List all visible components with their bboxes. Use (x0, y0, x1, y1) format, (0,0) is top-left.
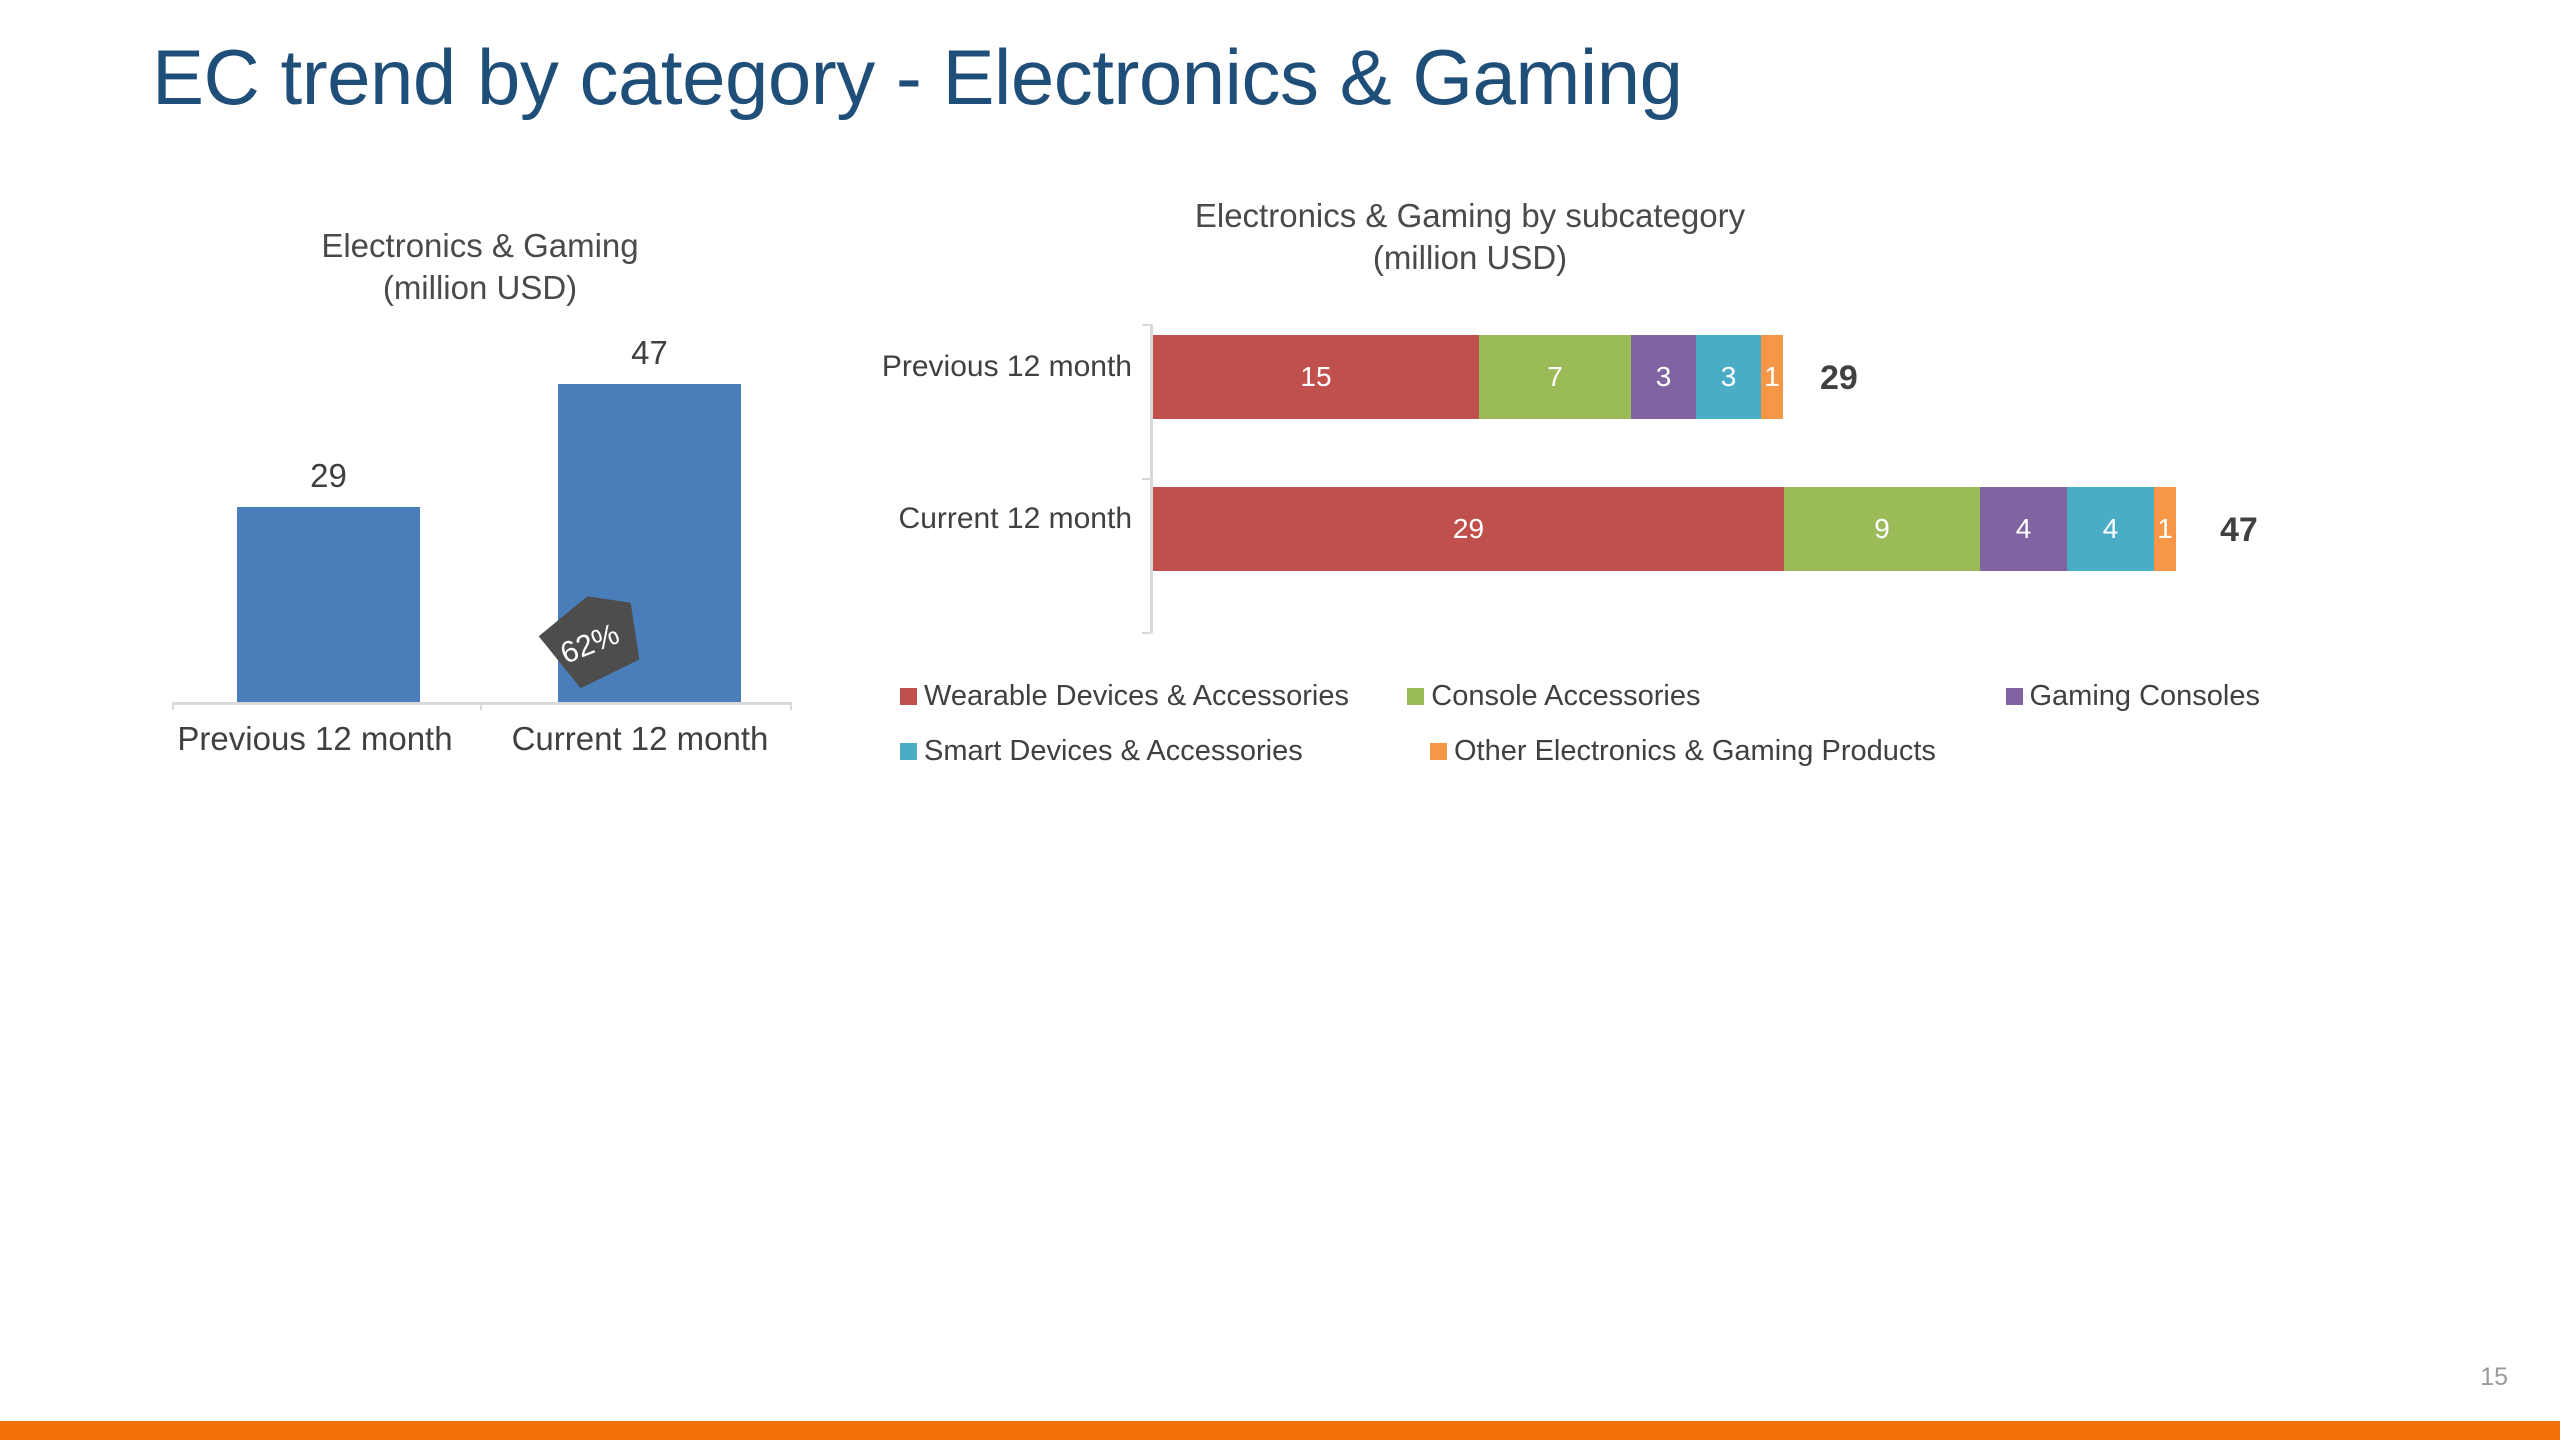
stacked-bar-total-previous: 29 (1820, 359, 1858, 397)
left-bar-value-current: 47 (631, 334, 668, 371)
segment-other-electronics-previous[interactable]: 1 (1761, 335, 1783, 419)
segment-smart-devices-previous[interactable]: 3 (1696, 335, 1761, 419)
segment-console-accessories-current[interactable]: 9 (1784, 487, 1980, 571)
legend-swatch-icon (2005, 688, 2023, 705)
right-chart-title-line2: (million USD) (1372, 239, 1568, 277)
left-bar-previous[interactable] (237, 507, 420, 702)
legend-item-wearable-devices[interactable]: Wearable Devices & Accessories (900, 680, 1407, 713)
page-number: 15 (2480, 1363, 2508, 1391)
right-chart-tick-top (1142, 324, 1151, 326)
segment-other-electronics-current[interactable]: 1 (2154, 487, 2176, 571)
left-chart-tick-mid (480, 702, 482, 710)
stacked-bar-current: 29 9 4 4 1 (1153, 487, 2176, 571)
legend-swatch-icon (900, 688, 917, 705)
segment-gaming-consoles-current[interactable]: 4 (1980, 487, 2067, 571)
stacked-bar-previous: 15 7 3 3 1 (1153, 335, 1783, 419)
footer-accent-bar (0, 1421, 2560, 1440)
left-chart-axis-line (172, 702, 792, 705)
chart-legend: Wearable Devices & Accessories Console A… (900, 680, 2260, 790)
left-bar-chart: Electronics & Gaming (million USD) 29 47… (140, 225, 820, 765)
legend-item-gaming-consoles[interactable]: Gaming Consoles (2005, 680, 2261, 713)
legend-label: Other Electronics & Gaming Products (1454, 735, 1936, 767)
left-bar-value-previous: 29 (310, 457, 347, 494)
segment-gaming-consoles-previous[interactable]: 3 (1631, 335, 1696, 419)
left-chart-tick-start (172, 702, 174, 710)
legend-item-console-accessories[interactable]: Console Accessories (1407, 680, 2005, 713)
legend-swatch-icon (1430, 743, 1447, 760)
stacked-bar-total-current: 47 (2220, 511, 2258, 549)
right-chart-tick-mid (1142, 478, 1151, 480)
right-chart-category-previous: Previous 12 month (881, 350, 1132, 383)
left-chart-tick-end (790, 702, 792, 710)
legend-row: Wearable Devices & Accessories Console A… (900, 680, 2260, 713)
legend-item-smart-devices[interactable]: Smart Devices & Accessories (900, 735, 1430, 768)
legend-label: Console Accessories (1431, 680, 1701, 712)
right-chart-category-current: Current 12 month (898, 502, 1132, 535)
segment-wearable-devices-current[interactable]: 29 (1153, 487, 1784, 571)
segment-wearable-devices-previous[interactable]: 15 (1153, 335, 1479, 419)
segment-smart-devices-current[interactable]: 4 (2067, 487, 2154, 571)
legend-swatch-icon (900, 743, 917, 760)
left-chart-plot-area: 29 47 Previous 12 month Current 12 month… (140, 225, 820, 765)
segment-console-accessories-previous[interactable]: 7 (1479, 335, 1631, 419)
legend-swatch-icon (1407, 688, 1425, 705)
page-title: EC trend by category - Electronics & Gam… (152, 33, 1683, 121)
right-chart-title-line1: Electronics & Gaming by subcategory (1194, 197, 1746, 234)
left-chart-category-previous: Previous 12 month (177, 720, 453, 757)
legend-label: Wearable Devices & Accessories (924, 680, 1349, 712)
legend-item-other-electronics[interactable]: Other Electronics & Gaming Products (1430, 735, 1936, 768)
legend-label: Smart Devices & Accessories (924, 735, 1303, 767)
legend-label: Gaming Consoles (2029, 680, 2261, 712)
left-chart-category-current: Current 12 month (511, 720, 769, 757)
right-chart-tick-bottom (1142, 632, 1151, 634)
legend-row: Smart Devices & Accessories Other Electr… (900, 735, 2260, 768)
right-chart-title: Electronics & Gaming by subcategory (mil… (860, 195, 2080, 279)
